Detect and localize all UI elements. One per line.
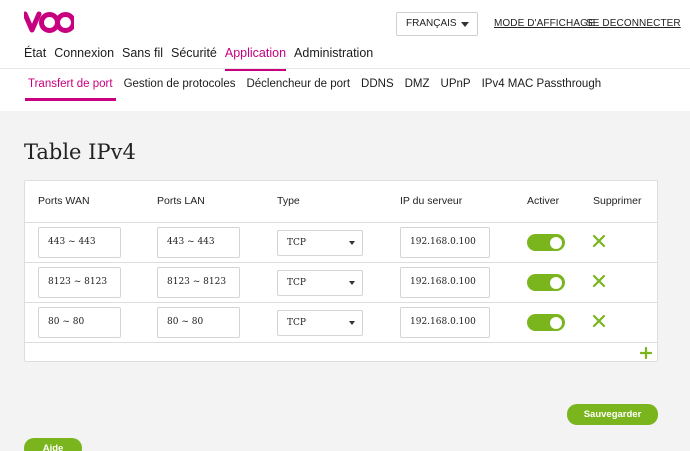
lan-ports-input[interactable]: 8123 ~ 8123 [157, 267, 240, 298]
header-enable: Activer [527, 195, 560, 207]
lan-ports-input[interactable]: 80 ~ 80 [157, 307, 240, 338]
wan-ports-input[interactable]: 8123 ~ 8123 [38, 267, 121, 298]
chevron-down-icon [349, 321, 355, 325]
sub-nav: Transfert de port Gestion de protocoles … [0, 68, 690, 101]
save-button[interactable]: Sauvegarder [567, 404, 658, 425]
toggle-knob [550, 316, 562, 329]
enable-toggle[interactable] [527, 314, 565, 331]
language-select[interactable]: FRANÇAIS [396, 12, 478, 36]
sub-nav-upnp[interactable]: UPnP [441, 78, 471, 90]
protocol-type-value: TCP [287, 318, 306, 328]
voo-logo[interactable] [24, 9, 74, 35]
main-nav: État Connexion Sans fil Sécurité Applica… [24, 46, 381, 71]
protocol-type-select[interactable]: TCP [277, 310, 363, 336]
top-bar: FRANÇAIS MODE D'AFFICHAGE SE DECONNECTER… [0, 0, 690, 111]
protocol-type-value: TCP [287, 278, 306, 288]
main-nav-connexion[interactable]: Connexion [54, 46, 114, 65]
lan-ports-input[interactable]: 443 ~ 443 [157, 227, 240, 258]
header-ports-lan: Ports LAN [157, 195, 205, 207]
table-header: Ports WAN Ports LAN Type IP du serveur A… [25, 181, 657, 223]
server-ip-input[interactable]: 192.168.0.100 [400, 227, 490, 258]
protocol-type-value: TCP [287, 238, 306, 248]
add-rule-plus-icon[interactable] [640, 347, 652, 359]
sub-nav-declencheur-de-port[interactable]: Déclencheur de port [246, 78, 350, 90]
language-select-value: FRANÇAIS [406, 18, 457, 29]
sub-nav-gestion-de-protocoles[interactable]: Gestion de protocoles [124, 78, 236, 90]
delete-x-icon[interactable] [592, 234, 606, 248]
enable-toggle[interactable] [527, 274, 565, 291]
wan-ports-input[interactable]: 443 ~ 443 [38, 227, 121, 258]
main-nav-application[interactable]: Application [224, 46, 287, 71]
wan-ports-input[interactable]: 80 ~ 80 [38, 307, 121, 338]
server-ip-input[interactable]: 192.168.0.100 [400, 307, 490, 338]
header-delete: Supprimer [593, 195, 642, 207]
header-ports-wan: Ports WAN [38, 195, 90, 207]
chevron-down-icon [461, 22, 469, 27]
toggle-knob [550, 236, 562, 249]
sub-nav-transfert-de-port[interactable]: Transfert de port [25, 78, 116, 101]
main-nav-etat[interactable]: État [24, 46, 46, 65]
delete-x-icon[interactable] [592, 274, 606, 288]
main-nav-administration[interactable]: Administration [294, 46, 373, 65]
main-nav-sans-fil[interactable]: Sans fil [122, 46, 163, 65]
port-forwarding-table: Ports WAN Ports LAN Type IP du serveur A… [24, 180, 658, 362]
server-ip-input[interactable]: 192.168.0.100 [400, 267, 490, 298]
chevron-down-icon [349, 241, 355, 245]
protocol-type-select[interactable]: TCP [277, 230, 363, 256]
sub-nav-ddns[interactable]: DDNS [361, 78, 394, 90]
header-ip-server: IP du serveur [400, 195, 463, 207]
delete-x-icon[interactable] [592, 314, 606, 328]
table-row: 443 ~ 443 443 ~ 443 TCP 192.168.0.100 [25, 223, 657, 263]
main-nav-securite[interactable]: Sécurité [171, 46, 217, 65]
section-title: Table IPv4 [24, 140, 136, 164]
table-row: 8123 ~ 8123 8123 ~ 8123 TCP 192.168.0.10… [25, 263, 657, 303]
toggle-knob [550, 276, 562, 289]
chevron-down-icon [349, 281, 355, 285]
enable-toggle[interactable] [527, 234, 565, 251]
sub-nav-dmz[interactable]: DMZ [405, 78, 430, 90]
header-type: Type [277, 195, 300, 207]
sub-nav-ipv4-mac-passthrough[interactable]: IPv4 MAC Passthrough [482, 78, 602, 90]
table-row: 80 ~ 80 80 ~ 80 TCP 192.168.0.100 [25, 303, 657, 343]
logout-link[interactable]: SE DECONNECTER [586, 18, 681, 29]
display-mode-link[interactable]: MODE D'AFFICHAGE [494, 18, 595, 29]
help-button[interactable]: Aide [24, 438, 82, 451]
protocol-type-select[interactable]: TCP [277, 270, 363, 296]
